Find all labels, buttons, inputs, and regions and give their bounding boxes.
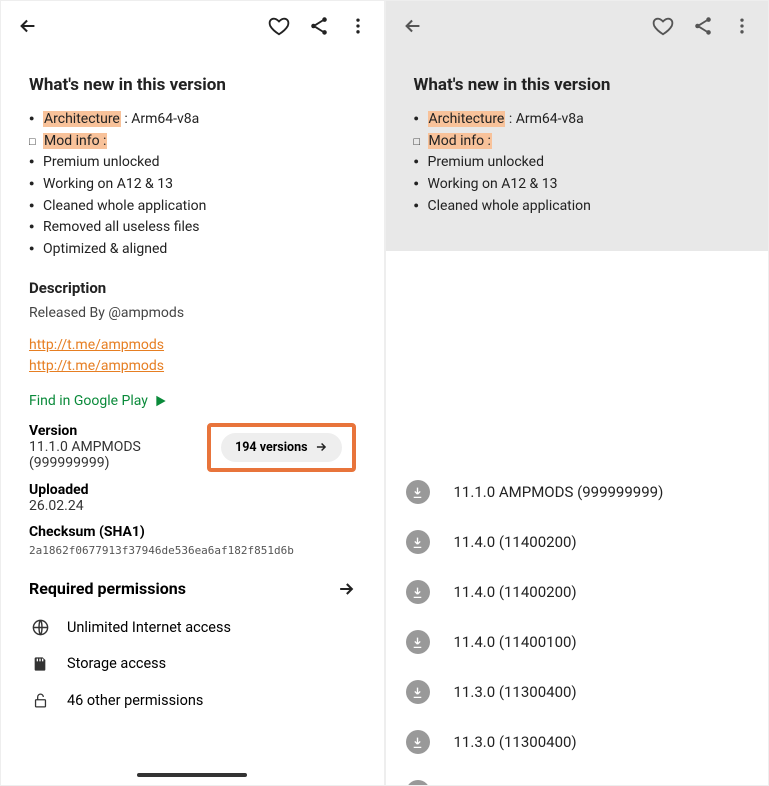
whatsnew-list: Architecture : Arm64-v8a Mod info : Prem…	[414, 109, 741, 217]
list-item: Premium unlocked	[29, 152, 356, 174]
more-icon[interactable]	[732, 15, 752, 37]
link-telegram-1[interactable]: http://t.me/ampmods	[29, 335, 356, 356]
find-in-play-link[interactable]: Find in Google Play	[29, 393, 356, 409]
version-item[interactable]: 11.4.0 (11400200)	[386, 517, 769, 567]
download-icon	[406, 480, 430, 504]
home-indicator	[137, 773, 247, 777]
permissions-title: Required permissions	[29, 579, 336, 598]
version-row: Version 11.1.0 AMPMODS (999999999) 194 v…	[29, 423, 356, 472]
whatsnew-title: What's new in this version	[414, 75, 741, 95]
version-item[interactable]: 11.4.0 (11400200)	[386, 567, 769, 617]
modinfo-label: Mod info :	[428, 133, 492, 149]
permission-label: Storage access	[67, 655, 166, 672]
topbar	[1, 1, 384, 51]
version-item-label: 11.3.0 (11300400)	[454, 683, 577, 701]
versions-button-highlight: 194 versions	[207, 423, 355, 472]
lock-icon	[29, 691, 51, 710]
permission-item: Unlimited Internet access	[29, 609, 356, 646]
permission-item: Storage access	[29, 646, 356, 682]
whatsnew-list: Architecture : Arm64-v8a Mod info : Prem…	[29, 109, 356, 261]
version-item[interactable]: 11.3.0 (11300400)	[386, 717, 769, 767]
link-telegram-2[interactable]: http://t.me/ampmods	[29, 356, 356, 377]
version-label: Version	[29, 423, 207, 439]
version-item-label: 11.4.0 (11400200)	[454, 583, 577, 601]
content-dim: What's new in this version Architecture …	[386, 51, 769, 251]
version-item-label: 11.4.0 (11400200)	[454, 533, 577, 551]
uploaded-value: 26.02.24	[29, 498, 356, 514]
download-icon	[406, 680, 430, 704]
version-item-label: 11.1.0 AMPMODS (999999999)	[454, 483, 664, 501]
architecture-value: : Arm64-v8a	[505, 111, 583, 127]
whatsnew-title: What's new in this version	[29, 75, 356, 95]
list-item: Mod info :	[29, 131, 356, 153]
content-left: What's new in this version Architecture …	[1, 51, 384, 719]
share-icon[interactable]	[692, 15, 714, 37]
favorite-icon[interactable]	[652, 15, 674, 37]
list-item: Optimized & aligned	[29, 239, 356, 261]
back-icon[interactable]	[402, 15, 653, 37]
list-item: Cleaned whole application	[29, 196, 356, 218]
list-item: Architecture : Arm64-v8a	[29, 109, 356, 131]
download-icon	[406, 580, 430, 604]
permission-label: 46 other permissions	[67, 692, 203, 709]
list-item: Premium unlocked	[414, 152, 741, 174]
list-item: Working on A12 & 13	[29, 174, 356, 196]
list-item: Architecture : Arm64-v8a	[414, 109, 741, 131]
permission-item: 46 other permissions	[29, 682, 356, 719]
list-item: Cleaned whole application	[414, 196, 741, 218]
share-icon[interactable]	[308, 15, 330, 37]
version-item[interactable]: 11.3.0 (11300400)	[386, 667, 769, 717]
architecture-label: Architecture	[428, 111, 506, 127]
favorite-icon[interactable]	[268, 15, 290, 37]
more-icon[interactable]	[348, 15, 368, 37]
version-item[interactable]: 11.4.0 (11400100)	[386, 617, 769, 667]
versions-button[interactable]: 194 versions	[221, 433, 341, 462]
version-item-label: 11.3.0 (11300400)	[454, 733, 577, 751]
version-value-2: (999999999)	[29, 455, 207, 471]
globe-icon	[29, 618, 51, 637]
permissions-header[interactable]: Required permissions	[29, 579, 356, 599]
list-item: Removed all useless files	[29, 217, 356, 239]
download-icon	[406, 630, 430, 654]
description-text: Released By @ampmods	[29, 305, 356, 321]
checksum-value: 2a1862f0677913f37946de536ea6af182f851d6b	[29, 544, 356, 557]
version-value-1: 11.1.0 AMPMODS	[29, 439, 207, 455]
versions-button-label: 194 versions	[235, 440, 307, 455]
arrow-right-icon	[336, 579, 356, 599]
back-icon[interactable]	[17, 15, 268, 37]
permission-label: Unlimited Internet access	[67, 619, 231, 636]
list-item: Mod info :	[414, 131, 741, 153]
versions-sheet: 11.1.0 AMPMODS (999999999) 11.4.0 (114002…	[386, 467, 769, 786]
play-icon	[154, 394, 168, 408]
version-item[interactable]: 11.1.0 AMPMODS (999999999)	[386, 467, 769, 517]
phone-left: What's new in this version Architecture …	[0, 0, 385, 786]
download-icon	[406, 730, 430, 754]
uploaded-label: Uploaded	[29, 482, 356, 498]
download-icon	[406, 780, 430, 786]
version-item[interactable]: 11.3.0 (11300300)	[386, 767, 769, 786]
arrow-right-icon	[314, 440, 328, 454]
architecture-label: Architecture	[43, 111, 121, 127]
sdcard-icon	[29, 655, 51, 673]
topbar-dim	[386, 1, 769, 51]
download-icon	[406, 530, 430, 554]
version-item-label: 11.4.0 (11400100)	[454, 633, 577, 651]
architecture-value: : Arm64-v8a	[121, 111, 199, 127]
checksum-label: Checksum (SHA1)	[29, 524, 356, 540]
description-title: Description	[29, 279, 356, 297]
list-item: Working on A12 & 13	[414, 174, 741, 196]
modinfo-label: Mod info :	[43, 133, 107, 149]
play-label: Find in Google Play	[29, 393, 148, 409]
phone-right: What's new in this version Architecture …	[385, 0, 769, 786]
